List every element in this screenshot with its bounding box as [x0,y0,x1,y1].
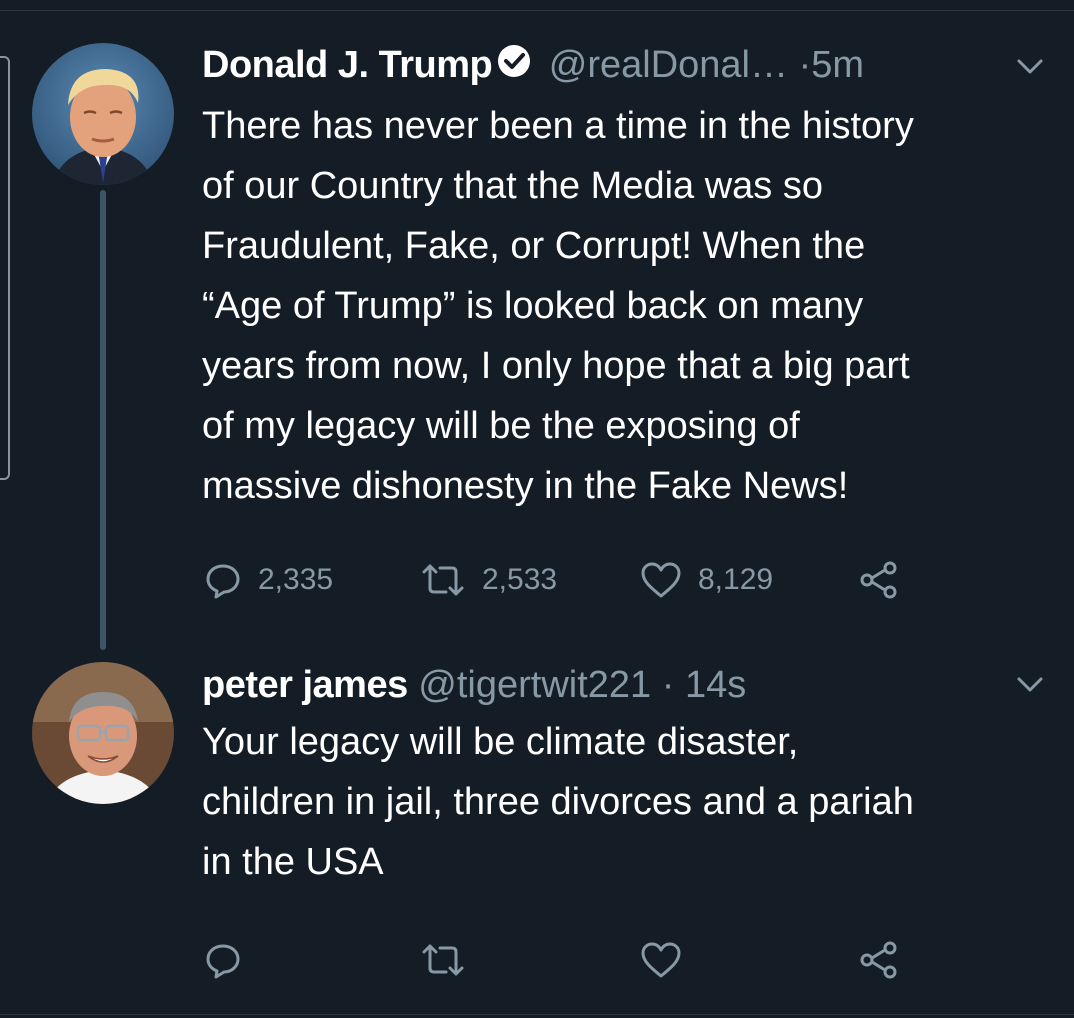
retweet-button[interactable] [420,935,466,985]
like-count: 8,129 [698,563,774,596]
tweet-text-line: There has never been a time in the histo… [202,105,914,147]
like-icon [640,941,682,979]
tweet-text-line: “Age of Trump” is looked back on many [202,285,864,327]
retweet-count: 2,533 [482,563,558,596]
like-icon [640,561,682,599]
reply-icon [204,561,242,599]
reply-icon [204,941,242,979]
share-button[interactable] [858,555,900,605]
reply-count: 2,335 [258,563,334,596]
tweet-text-line: in the USA [202,841,384,883]
tweet-thread: Donald J. Trump @realDonal… ·5m There ha… [0,0,1074,1018]
tweet-header: Donald J. Trump @realDonal… ·5m [202,40,1054,90]
tweet-text: Your legacy will be climate disaster, ch… [202,712,1062,892]
tweet-text-line: of my legacy will be the exposing of [202,405,800,447]
reply-button[interactable] [204,935,242,985]
tweet-actions: 2,335 2,533 8,129 [202,555,1002,605]
separator-dot: · [661,664,675,706]
tweet-text-line: Fraudulent, Fake, or Corrupt! When the [202,225,866,267]
share-icon [858,560,900,600]
share-button[interactable] [858,935,900,985]
verified-badge-icon [496,42,532,92]
timestamp[interactable]: 14s [685,664,746,706]
like-button[interactable] [640,935,682,985]
retweet-icon [420,942,466,978]
thread-connector-line [100,190,106,650]
user-handle[interactable]: @tigertwit221 [418,664,651,706]
divider [0,1014,1074,1015]
reply-button[interactable]: 2,335 [204,555,333,605]
timestamp[interactable]: 5m [811,44,864,86]
display-name[interactable]: Donald J. Trump [202,44,493,86]
tweet-text-line: Your legacy will be climate disaster, [202,721,799,763]
scrollbar[interactable] [0,56,10,480]
tweet-text-line: massive dishonesty in the Fake News! [202,465,849,507]
separator-dot: · [798,44,812,86]
tweet-text-line: children in jail, three divorces and a p… [202,781,914,823]
retweet-icon [420,562,466,598]
divider [0,10,1074,11]
tweet-text-line: years from now, I only hope that a big p… [202,345,910,387]
tweet-actions [202,935,1002,985]
retweet-button[interactable]: 2,533 [420,555,557,605]
tweet-text-line: of our Country that the Media was so [202,165,823,207]
user-handle[interactable]: @realDonal… [549,44,788,86]
share-icon [858,940,900,980]
chevron-down-icon[interactable] [1016,58,1044,81]
display-name[interactable]: peter james [202,664,408,706]
avatar[interactable] [32,662,174,804]
tweet-text: There has never been a time in the histo… [202,96,1062,516]
like-button[interactable]: 8,129 [640,555,773,605]
avatar[interactable] [32,43,174,185]
tweet-header: peter james @tigertwit221 · 14s [202,660,1054,710]
chevron-down-icon[interactable] [1016,676,1044,699]
